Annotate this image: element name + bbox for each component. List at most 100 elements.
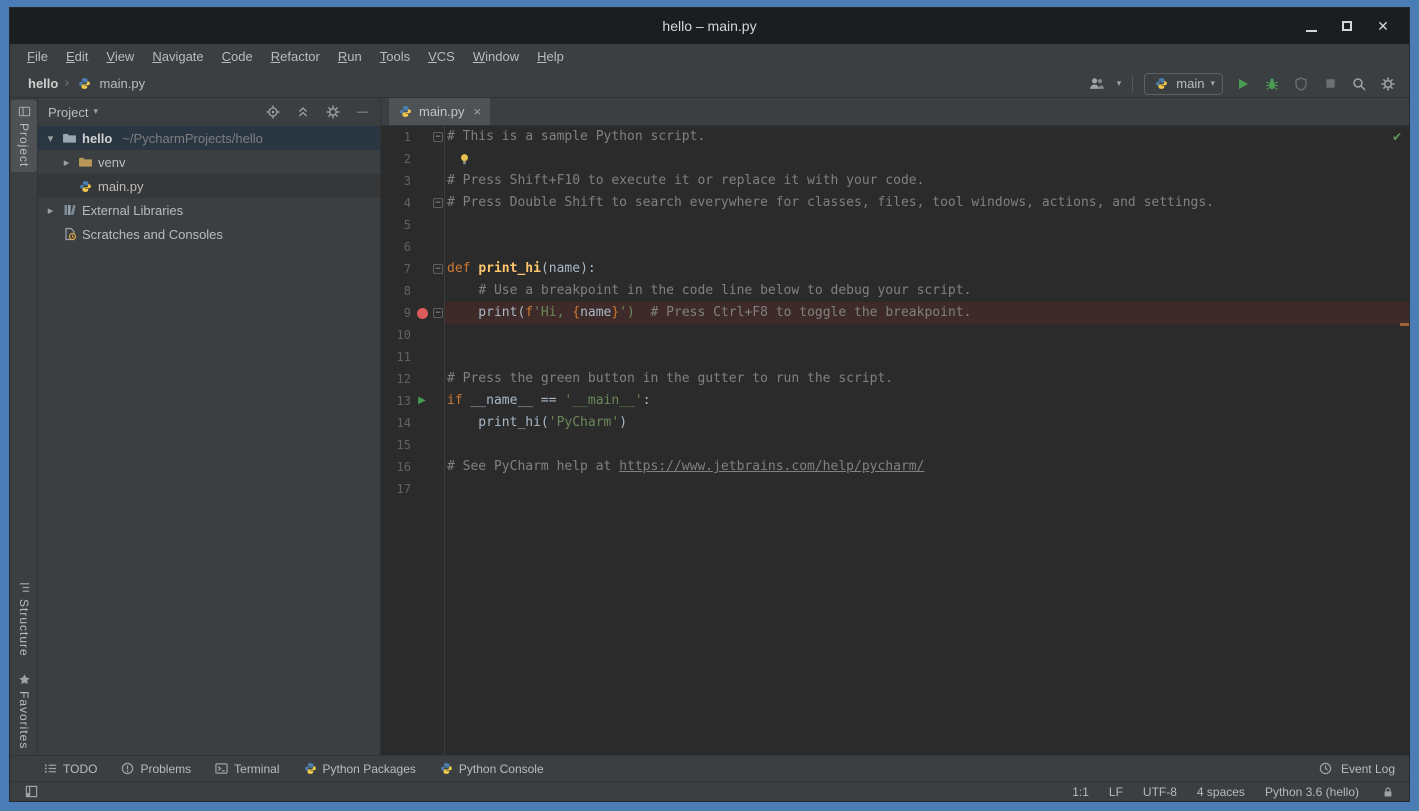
gutter[interactable]: 3 bbox=[381, 170, 445, 192]
menu-file[interactable]: File bbox=[18, 44, 57, 70]
breakpoint-icon[interactable] bbox=[417, 308, 428, 319]
collapse-all-button[interactable] bbox=[295, 105, 310, 120]
tool-window-button-favorites[interactable]: Favorites bbox=[11, 668, 37, 754]
gutter[interactable]: 10 bbox=[381, 324, 445, 346]
status-line-separator[interactable]: LF bbox=[1109, 785, 1123, 799]
run-line-icon[interactable]: ▶ bbox=[418, 390, 426, 412]
inspections-ok-icon[interactable]: ✔ bbox=[1392, 130, 1402, 144]
gutter[interactable]: 15 bbox=[381, 434, 445, 456]
code-line-9[interactable]: 9− print(f'Hi, {name}') # Press Ctrl+F8 … bbox=[381, 302, 1409, 324]
settings-button[interactable] bbox=[1379, 75, 1397, 93]
code-line-14[interactable]: 14 print_hi('PyCharm') bbox=[381, 412, 1409, 434]
run-configuration-selector[interactable]: main ▾ bbox=[1144, 73, 1223, 95]
gutter[interactable]: 8 bbox=[381, 280, 445, 302]
title-bar[interactable]: hello – main.py ✕ bbox=[10, 8, 1409, 44]
tree-item-venv[interactable]: ▸venv bbox=[38, 150, 380, 174]
event-log-button[interactable]: Event Log bbox=[1317, 760, 1395, 778]
gutter[interactable]: 7− bbox=[381, 258, 445, 280]
code-line-11[interactable]: 11 bbox=[381, 346, 1409, 368]
menu-tools[interactable]: Tools bbox=[371, 44, 419, 70]
maximize-button[interactable] bbox=[1337, 16, 1357, 36]
write-access-lock-icon[interactable] bbox=[1379, 783, 1397, 801]
collaborators-caret-icon[interactable]: ▾ bbox=[1117, 79, 1122, 89]
breakpoint-stripe-mark-icon[interactable] bbox=[1400, 323, 1409, 326]
coverage-button[interactable] bbox=[1292, 75, 1310, 93]
tree-item-scratches-and-consoles[interactable]: Scratches and Consoles bbox=[38, 222, 380, 246]
run-button[interactable] bbox=[1234, 75, 1252, 93]
gutter[interactable]: 13▶ bbox=[381, 390, 445, 412]
code-line-13[interactable]: 13▶if __name__ == '__main__': bbox=[381, 390, 1409, 412]
breadcrumb-project[interactable]: hello bbox=[28, 76, 58, 91]
hide-panel-button[interactable]: — bbox=[355, 105, 370, 120]
menu-help[interactable]: Help bbox=[528, 44, 573, 70]
menu-refactor[interactable]: Refactor bbox=[262, 44, 329, 70]
tool-window-toggle-icon[interactable] bbox=[22, 783, 40, 801]
code-line-17[interactable]: 17 bbox=[381, 478, 1409, 500]
breadcrumb-file[interactable]: main.py bbox=[100, 76, 146, 91]
code-line-7[interactable]: 7−def print_hi(name): bbox=[381, 258, 1409, 280]
gutter[interactable]: 4− bbox=[381, 192, 445, 214]
panel-settings-button[interactable] bbox=[325, 105, 340, 120]
status-encoding[interactable]: UTF-8 bbox=[1143, 785, 1177, 799]
status-indent[interactable]: 4 spaces bbox=[1197, 785, 1245, 799]
chevron-down-icon[interactable]: ▾ bbox=[44, 132, 57, 145]
code-line-10[interactable]: 10 bbox=[381, 324, 1409, 346]
gutter[interactable]: 1− bbox=[381, 126, 445, 148]
menu-navigate[interactable]: Navigate bbox=[143, 44, 212, 70]
code-line-6[interactable]: 6 bbox=[381, 236, 1409, 258]
status-caret-position[interactable]: 1:1 bbox=[1072, 785, 1089, 799]
project-panel-caret-icon[interactable]: ▾ bbox=[93, 107, 98, 117]
code-line-2[interactable]: 2 bbox=[381, 148, 1409, 170]
code-line-8[interactable]: 8 # Use a breakpoint in the code line be… bbox=[381, 280, 1409, 302]
locate-file-button[interactable] bbox=[265, 105, 280, 120]
collaborators-icon[interactable] bbox=[1088, 75, 1106, 93]
code-line-3[interactable]: 3# Press Shift+F10 to execute it or repl… bbox=[381, 170, 1409, 192]
gutter[interactable]: 17 bbox=[381, 478, 445, 500]
code-line-5[interactable]: 5 bbox=[381, 214, 1409, 236]
tool-button-terminal[interactable]: Terminal bbox=[215, 762, 279, 776]
code-editor[interactable]: 1−# This is a sample Python script.23# P… bbox=[381, 126, 1409, 755]
menu-vcs[interactable]: VCS bbox=[419, 44, 464, 70]
gutter[interactable]: 2 bbox=[381, 148, 445, 170]
code-line-12[interactable]: 12# Press the green button in the gutter… bbox=[381, 368, 1409, 390]
status-interpreter[interactable]: Python 3.6 (hello) bbox=[1265, 785, 1359, 799]
gutter[interactable]: 11 bbox=[381, 346, 445, 368]
menu-code[interactable]: Code bbox=[213, 44, 262, 70]
menu-view[interactable]: View bbox=[97, 44, 143, 70]
fold-icon[interactable]: − bbox=[433, 308, 443, 318]
fold-icon[interactable]: − bbox=[433, 132, 443, 142]
code-line-1[interactable]: 1−# This is a sample Python script. bbox=[381, 126, 1409, 148]
search-everywhere-button[interactable] bbox=[1350, 75, 1368, 93]
gutter[interactable]: 6 bbox=[381, 236, 445, 258]
tool-button-python-console[interactable]: Python Console bbox=[440, 762, 544, 776]
menu-window[interactable]: Window bbox=[464, 44, 528, 70]
chevron-right-icon[interactable]: ▸ bbox=[44, 204, 57, 217]
menu-edit[interactable]: Edit bbox=[57, 44, 97, 70]
code-line-16[interactable]: 16# See PyCharm help at https://www.jetb… bbox=[381, 456, 1409, 478]
tool-window-button-structure[interactable]: Structure bbox=[11, 576, 37, 662]
tool-window-button-project[interactable]: Project bbox=[11, 100, 37, 172]
chevron-right-icon[interactable]: ▸ bbox=[60, 156, 73, 169]
gutter[interactable]: 12 bbox=[381, 368, 445, 390]
gutter[interactable]: 9− bbox=[381, 302, 445, 324]
project-panel-title[interactable]: Project bbox=[48, 105, 88, 120]
debug-button[interactable] bbox=[1263, 75, 1281, 93]
gutter[interactable]: 5 bbox=[381, 214, 445, 236]
tree-item-main-py[interactable]: main.py bbox=[38, 174, 380, 198]
tree-item-hello[interactable]: ▾hello~/PycharmProjects/hello bbox=[38, 126, 380, 150]
stop-button[interactable] bbox=[1321, 75, 1339, 93]
minimize-button[interactable] bbox=[1301, 16, 1321, 36]
fold-icon[interactable]: − bbox=[433, 198, 443, 208]
code-line-15[interactable]: 15 bbox=[381, 434, 1409, 456]
menu-run[interactable]: Run bbox=[329, 44, 371, 70]
gutter[interactable]: 14 bbox=[381, 412, 445, 434]
tab-close-icon[interactable]: × bbox=[474, 104, 482, 119]
tool-button-todo[interactable]: TODO bbox=[44, 762, 97, 776]
tool-button-problems[interactable]: Problems bbox=[121, 762, 191, 776]
fold-icon[interactable]: − bbox=[433, 264, 443, 274]
gutter[interactable]: 16 bbox=[381, 456, 445, 478]
close-button[interactable]: ✕ bbox=[1373, 16, 1393, 36]
tree-item-external-libraries[interactable]: ▸External Libraries bbox=[38, 198, 380, 222]
code-line-4[interactable]: 4−# Press Double Shift to search everywh… bbox=[381, 192, 1409, 214]
editor-tab-main-py[interactable]: main.py × bbox=[389, 98, 490, 125]
